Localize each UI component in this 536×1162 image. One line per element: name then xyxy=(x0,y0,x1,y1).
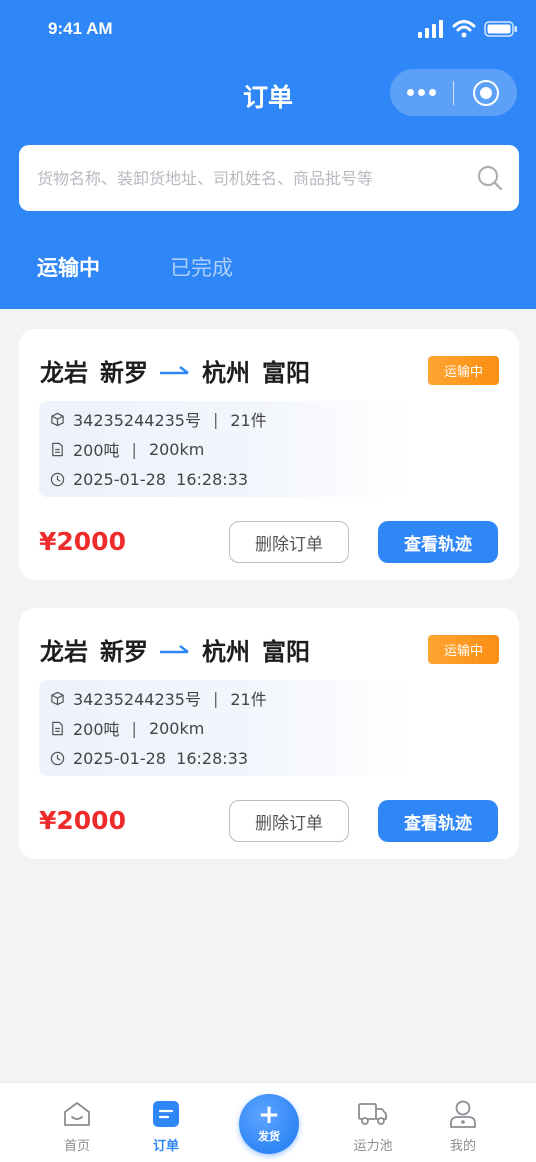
weight: 200吨 xyxy=(73,441,120,460)
status-badge: 运输中 xyxy=(428,635,499,664)
package-icon xyxy=(51,412,64,426)
tabbar-label: 首页 xyxy=(63,1139,90,1154)
tabbar-label: 发货 xyxy=(258,1130,280,1143)
delete-order-button[interactable]: 删除订单 xyxy=(229,521,349,563)
dest-district: 富阳 xyxy=(262,358,310,387)
tabbar-item-ship[interactable]: + 发货 xyxy=(239,1094,299,1154)
distance: 200km xyxy=(148,718,205,738)
order-number: 34235244235号 xyxy=(73,690,201,709)
mini-program-capsule xyxy=(390,69,517,116)
order-card[interactable]: 龙岩 新罗 杭州 富阳 运输中 34235244235号 | 21件 200吨 … xyxy=(19,608,519,859)
piece-count: 21件 xyxy=(230,411,267,430)
info-row-weight: 200吨 | 200km xyxy=(50,437,204,461)
order-info: 34235244235号 | 21件 200吨 | 200km 2025-01-… xyxy=(39,401,411,497)
route: 龙岩 新罗 杭州 富阳 xyxy=(40,632,310,666)
order-icon xyxy=(153,1101,179,1127)
wifi-icon xyxy=(452,20,476,38)
clock-icon xyxy=(50,472,65,486)
route-arrow-icon xyxy=(160,645,189,654)
clock-icon xyxy=(50,751,65,765)
document-icon xyxy=(52,442,63,456)
origin-district: 新罗 xyxy=(100,637,148,666)
price: ¥2000 xyxy=(39,806,126,835)
price: ¥2000 xyxy=(39,527,126,556)
package-icon xyxy=(51,691,64,705)
route: 龙岩 新罗 杭州 富阳 xyxy=(40,353,310,387)
origin-city: 龙岩 xyxy=(40,358,88,387)
tabbar-label: 订单 xyxy=(152,1139,179,1154)
dest-city: 杭州 xyxy=(202,358,250,387)
tabbar-item-capacity-pool[interactable]: 运力池 xyxy=(343,1099,403,1154)
info-row-order: 34235244235号 | 21件 xyxy=(50,407,267,431)
status-icons xyxy=(418,20,518,38)
order-tabs: 运输中 已完成 xyxy=(0,252,536,292)
search-icon[interactable] xyxy=(477,165,503,191)
tab-completed[interactable]: 已完成 xyxy=(170,252,233,282)
origin-district: 新罗 xyxy=(100,358,148,387)
tabbar-label: 我的 xyxy=(449,1139,476,1154)
tabbar-item-home[interactable]: 首页 xyxy=(47,1099,107,1154)
info-row-time: 2025-01-28 16:28:33 xyxy=(50,746,248,770)
info-row-weight: 200吨 | 200km xyxy=(50,716,204,740)
truck-icon xyxy=(358,1103,387,1125)
view-track-button[interactable]: 查看轨迹 xyxy=(378,521,498,563)
weight: 200吨 xyxy=(73,720,120,739)
route-arrow-icon xyxy=(160,366,189,375)
order-number: 34235244235号 xyxy=(73,411,201,430)
status-bar: 9:41 AM xyxy=(0,14,536,46)
piece-count: 21件 xyxy=(230,690,267,709)
plus-icon: + xyxy=(258,1100,280,1130)
info-row-order: 34235244235号 | 21件 xyxy=(50,686,267,710)
distance: 200km xyxy=(148,439,205,459)
tabbar-item-profile[interactable]: 我的 xyxy=(433,1099,493,1154)
dest-district: 富阳 xyxy=(262,637,310,666)
battery-icon xyxy=(484,21,517,37)
order-time: 2025-01-28 16:28:33 xyxy=(73,469,249,489)
dest-city: 杭州 xyxy=(202,637,250,666)
search-bar xyxy=(19,145,519,211)
origin-city: 龙岩 xyxy=(40,637,88,666)
home-icon xyxy=(64,1102,90,1126)
tab-in-transit[interactable]: 运输中 xyxy=(37,252,100,282)
status-badge: 运输中 xyxy=(428,356,499,385)
order-info: 34235244235号 | 21件 200吨 | 200km 2025-01-… xyxy=(39,680,411,776)
header: 9:41 AM 订单 货物名称、装卸货地址、司机姓名、商品批号等 运输中 已完成 xyxy=(0,0,536,309)
more-icon[interactable] xyxy=(390,89,453,96)
status-time: 9:41 AM xyxy=(48,19,113,38)
tabbar-label: 运力池 xyxy=(353,1139,393,1154)
bottom-tab-bar: 首页 订单 + 发货 运力池 我的 xyxy=(0,1082,536,1162)
info-row-time: 2025-01-28 16:28:33 xyxy=(50,467,248,491)
view-track-button[interactable]: 查看轨迹 xyxy=(378,800,498,842)
order-time: 2025-01-28 16:28:33 xyxy=(73,748,249,768)
tabbar-item-orders[interactable]: 订单 xyxy=(136,1099,196,1154)
user-icon xyxy=(450,1100,476,1128)
signal-icon xyxy=(418,20,443,38)
search-input[interactable] xyxy=(37,145,457,211)
order-card[interactable]: 龙岩 新罗 杭州 富阳 运输中 34235244235号 | 21件 200吨 … xyxy=(19,329,519,580)
close-target-icon[interactable] xyxy=(454,79,517,106)
document-icon xyxy=(52,721,63,735)
delete-order-button[interactable]: 删除订单 xyxy=(229,800,349,842)
